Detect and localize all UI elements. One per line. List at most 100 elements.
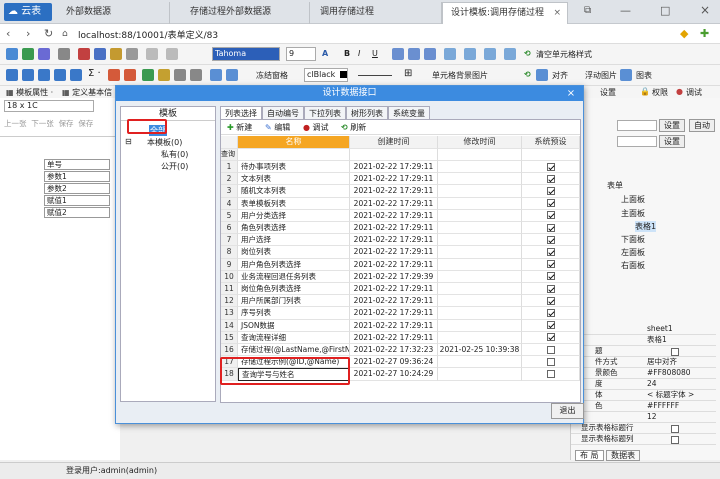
table-row[interactable]: 5 用户分类选择 2021-02-22 17:29:11: [221, 209, 580, 222]
tree-root[interactable]: 表单: [607, 180, 623, 191]
color-swatch-icon[interactable]: [340, 71, 347, 78]
table-row[interactable]: 1 待办事项列表 2021-02-22 17:29:11: [221, 161, 580, 174]
prop-value[interactable]: #FF808080: [647, 368, 691, 378]
tree-node[interactable]: 主面板: [621, 208, 645, 219]
prop-value[interactable]: sheet1: [647, 324, 673, 334]
valign-icon[interactable]: [484, 48, 496, 60]
row-name[interactable]: 用户所属部门列表: [238, 295, 350, 308]
undo-icon[interactable]: [146, 48, 158, 60]
tree-node[interactable]: 左面板: [621, 247, 645, 258]
row-name[interactable]: 存储过程(@LastName,@FirstN: [238, 344, 350, 357]
row-name[interactable]: 岗位列表: [238, 246, 350, 259]
refresh-button[interactable]: ⟲ 刷新: [341, 122, 366, 133]
row-system[interactable]: [522, 234, 580, 247]
freeze-panes-button[interactable]: 冻结窗格: [256, 70, 288, 81]
tab-proc-datasource[interactable]: 存储过程外部数据源: [170, 2, 310, 24]
delete-row-icon[interactable]: [54, 69, 66, 81]
row-system[interactable]: [522, 307, 580, 320]
tree-collapse-icon[interactable]: ⊟: [125, 137, 132, 146]
row-created[interactable]: 2021-02-22 17:29:11: [350, 222, 438, 235]
table-row[interactable]: 11 岗位角色列表选择 2021-02-22 17:29:11: [221, 283, 580, 296]
row-system[interactable]: [522, 258, 580, 271]
template-props-button[interactable]: ▦ 模板属性 ·: [6, 87, 53, 98]
row-system[interactable]: [522, 368, 580, 381]
row-modified[interactable]: [438, 307, 522, 320]
row-system[interactable]: [522, 295, 580, 308]
tab-dropdown-list[interactable]: 下拉列表: [304, 106, 346, 120]
row-modified[interactable]: [438, 246, 522, 259]
debug-button[interactable]: 调试: [686, 87, 702, 98]
font-color-icon[interactable]: A: [322, 49, 328, 58]
insert-col-icon[interactable]: [38, 69, 50, 81]
row-name[interactable]: 待办事项列表: [238, 161, 350, 174]
save-icon[interactable]: [22, 48, 34, 60]
table-row[interactable]: 3 随机文本列表 2021-02-22 17:29:11: [221, 185, 580, 198]
set-button-1[interactable]: 设置: [659, 119, 685, 132]
border-icon[interactable]: [504, 48, 516, 60]
row-name[interactable]: 序号列表: [238, 307, 350, 320]
sheet-cell[interactable]: 参数2: [44, 183, 110, 194]
row-name[interactable]: 文本列表: [238, 173, 350, 186]
comment-icon[interactable]: [190, 69, 202, 81]
row-system[interactable]: [522, 283, 580, 296]
row-created[interactable]: 2021-02-22 17:29:11: [350, 197, 438, 210]
grid-icon[interactable]: [210, 69, 222, 81]
prop-value[interactable]: #FFFFFF: [647, 401, 679, 411]
save-sheet-button-2[interactable]: 保存: [78, 119, 93, 128]
sheet-cell[interactable]: 赋值1: [44, 195, 110, 206]
row-system[interactable]: [522, 319, 580, 332]
clear-format-button[interactable]: 清空单元格样式: [536, 49, 592, 60]
cell-reference-box[interactable]: 18 x 1C: [4, 100, 94, 112]
column-header-name[interactable]: 名称: [238, 136, 350, 149]
next-sheet-button[interactable]: 下一张: [31, 119, 54, 128]
close-icon[interactable]: ×: [559, 86, 583, 101]
new-button[interactable]: ✚ 新建: [227, 122, 252, 133]
row-modified[interactable]: [438, 319, 522, 332]
tab-auto-number[interactable]: 自动编号: [262, 106, 304, 120]
auto-button[interactable]: 自动: [689, 119, 715, 132]
preview-icon[interactable]: [58, 48, 70, 60]
row-created[interactable]: 2021-02-22 17:29:11: [350, 258, 438, 271]
tree-node-this-template[interactable]: 本模板(0): [147, 137, 182, 148]
align-icon[interactable]: [536, 69, 548, 81]
row-created[interactable]: 2021-02-27 09:36:24: [350, 356, 438, 369]
sheet-cell[interactable]: 单号: [44, 159, 110, 170]
row-created[interactable]: 2021-02-22 17:29:11: [350, 331, 438, 344]
minimize-icon[interactable]: —: [620, 4, 631, 17]
system-preset-checkbox[interactable]: [546, 211, 555, 220]
row-system[interactable]: [522, 270, 580, 283]
tab-system-var[interactable]: 系统变量: [388, 106, 430, 120]
exit-button[interactable]: 退出: [551, 403, 584, 419]
row-system[interactable]: [522, 173, 580, 186]
row-created[interactable]: 2021-02-22 17:29:11: [350, 234, 438, 247]
debug-button[interactable]: ● 调试: [303, 122, 329, 133]
system-preset-checkbox[interactable]: [546, 186, 555, 195]
row-modified[interactable]: [438, 258, 522, 271]
row-modified[interactable]: [438, 222, 522, 235]
column-header-modified[interactable]: 修改时间: [438, 136, 522, 149]
font-name-select[interactable]: Tahoma: [212, 47, 280, 61]
row-created[interactable]: 2021-02-22 17:32:23: [350, 344, 438, 357]
prop-value[interactable]: 居中对齐: [647, 357, 677, 367]
row-created[interactable]: 2021-02-22 17:29:11: [350, 161, 438, 174]
copy-icon[interactable]: [94, 48, 106, 60]
filter-icon[interactable]: [124, 69, 136, 81]
row-created[interactable]: 2021-02-22 17:29:11: [350, 209, 438, 222]
system-preset-checkbox[interactable]: [546, 369, 555, 378]
row-modified[interactable]: [438, 331, 522, 344]
tree-node[interactable]: 右面板: [621, 260, 645, 271]
row-modified[interactable]: [438, 209, 522, 222]
row-system[interactable]: [522, 246, 580, 259]
row-modified[interactable]: [438, 270, 522, 283]
sheet-cell[interactable]: 参数1: [44, 171, 110, 182]
table-row[interactable]: 10 业务流程回退任务列表 2021-02-22 17:29:39: [221, 270, 580, 283]
property-input-2[interactable]: [617, 136, 657, 147]
table-row[interactable]: 4 表单模板列表 2021-02-22 17:29:11: [221, 197, 580, 210]
system-preset-checkbox[interactable]: [546, 162, 555, 171]
image-icon[interactable]: [158, 69, 170, 81]
table-row[interactable]: 7 用户选择 2021-02-22 17:29:11: [221, 234, 580, 247]
row-created[interactable]: 2021-02-22 17:29:11: [350, 173, 438, 186]
prop-value[interactable]: 24: [647, 379, 657, 389]
row-name[interactable]: 查询流程详细: [238, 331, 350, 344]
set-button-2[interactable]: 设置: [659, 135, 685, 148]
